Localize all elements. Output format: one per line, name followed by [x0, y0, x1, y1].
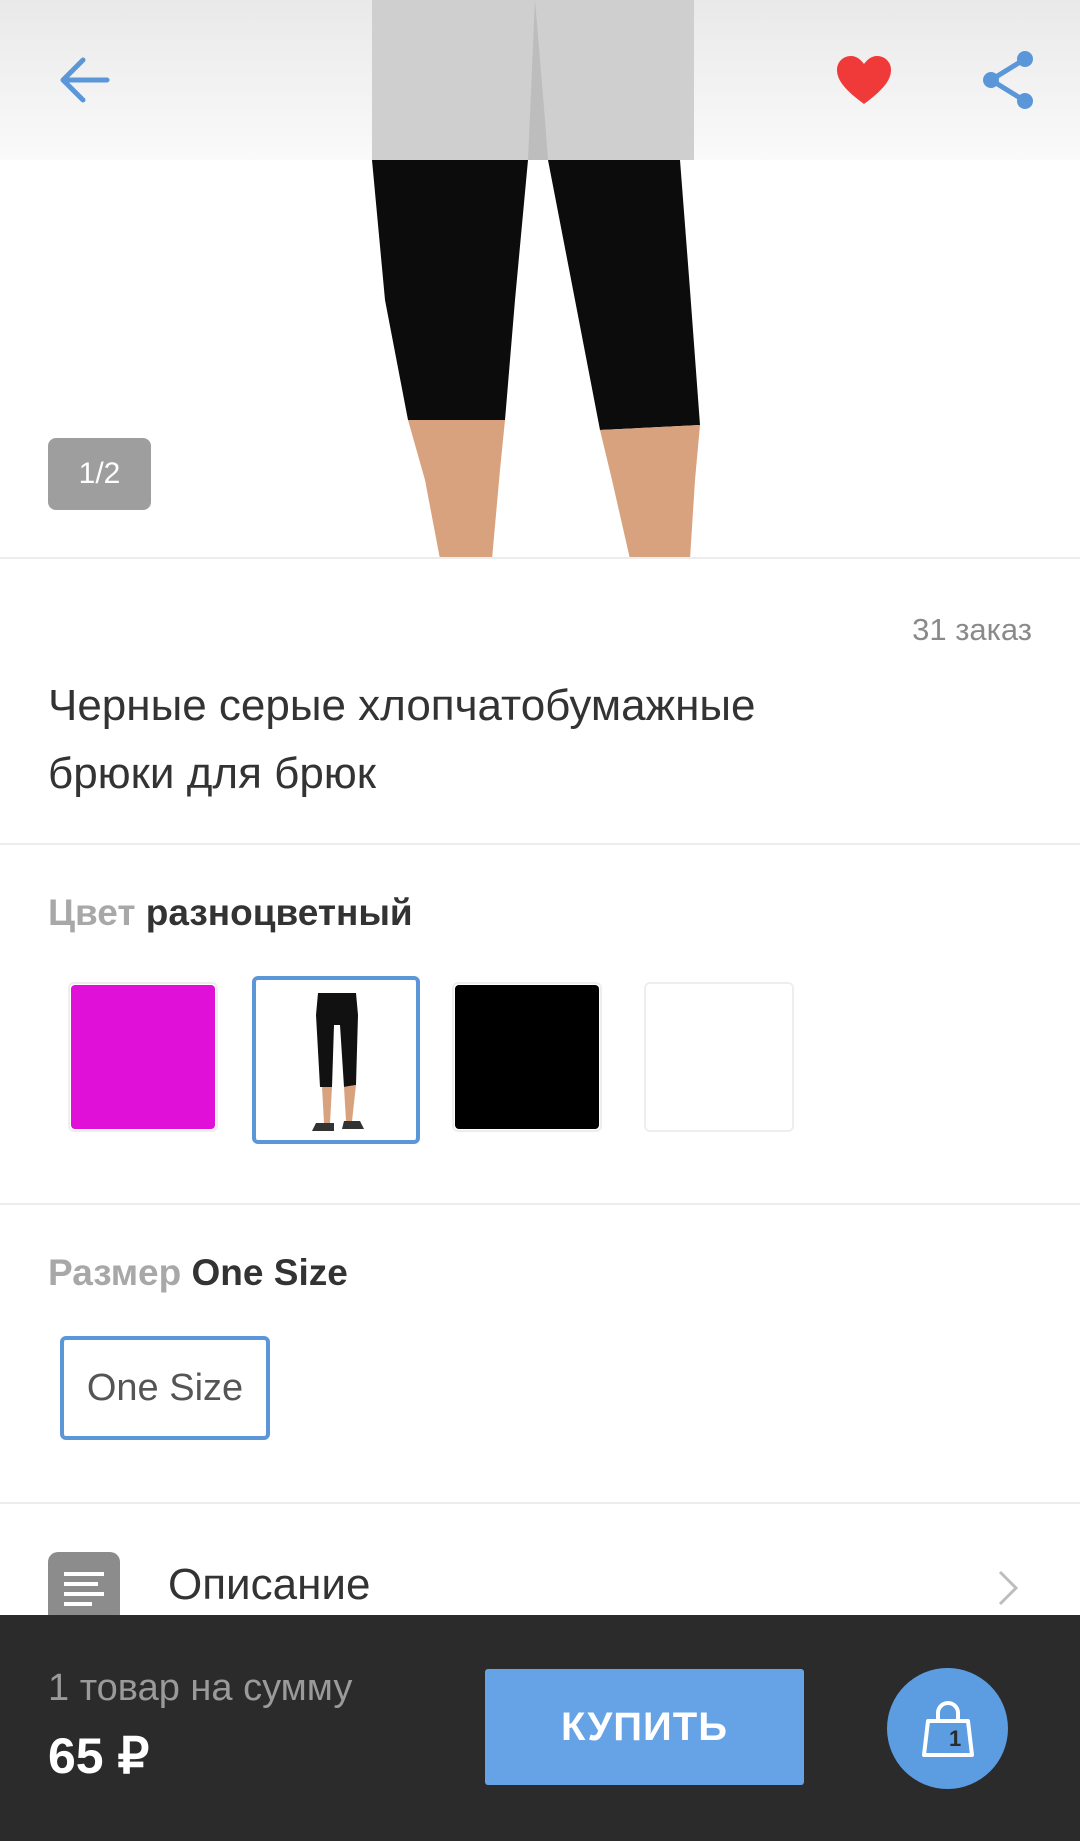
product-title-line-1: Черные серые хлопчатобумажные [48, 681, 756, 730]
cart-button[interactable]: 1 [887, 1668, 1008, 1789]
product-photo [372, 0, 700, 557]
color-swatch-photo[interactable] [252, 976, 420, 1144]
swatch-fill [647, 985, 791, 1129]
product-gallery[interactable]: 1/2 [0, 0, 1080, 559]
total-price: 65 ₽ [48, 1728, 150, 1784]
size-option-one-size[interactable]: One Size [60, 1336, 270, 1440]
color-swatch-white[interactable] [644, 982, 794, 1132]
divider [0, 1502, 1080, 1504]
swatch-fill [455, 985, 599, 1129]
share-icon [983, 51, 1033, 109]
size-label: Размер One Size [48, 1252, 348, 1294]
total-label: 1 товар на сумму [48, 1667, 353, 1709]
divider [0, 843, 1080, 845]
product-title: Черные серые хлопчатобумажные брюки для … [48, 672, 948, 808]
chevron-right-icon[interactable] [996, 1568, 1022, 1613]
product-page: 1/2 31 заказ Черные серые хлопчатобумажн… [0, 0, 1080, 1841]
share-button[interactable] [968, 40, 1048, 120]
swatch-fill [71, 985, 215, 1129]
cart-count-badge: 1 [949, 1726, 962, 1751]
size-value: One Size [191, 1252, 348, 1293]
size-label-text: Размер [48, 1252, 182, 1293]
color-swatch-black[interactable] [452, 982, 602, 1132]
heart-icon [837, 56, 891, 104]
back-arrow-icon [60, 57, 110, 103]
divider [0, 1203, 1080, 1205]
color-label: Цвет разноцветный [48, 892, 413, 934]
color-value: разноцветный [145, 892, 413, 933]
back-button[interactable] [44, 40, 124, 120]
swatch-thumbnail [312, 993, 364, 1131]
orders-count: 31 заказ [912, 612, 1032, 647]
bottom-bar: 1 товар на сумму 65 ₽ КУПИТЬ 1 [0, 1615, 1080, 1841]
product-title-line-2: брюки для брюк [48, 749, 377, 798]
color-label-text: Цвет [48, 892, 136, 933]
description-icon [48, 1552, 120, 1624]
shopping-bag-icon [921, 1700, 974, 1757]
image-counter: 1/2 [48, 438, 151, 510]
favorite-button[interactable] [824, 40, 904, 120]
buy-button[interactable]: КУПИТЬ [485, 1669, 804, 1785]
description-row[interactable]: Описание [168, 1560, 370, 1610]
color-swatch-magenta[interactable] [68, 982, 218, 1132]
